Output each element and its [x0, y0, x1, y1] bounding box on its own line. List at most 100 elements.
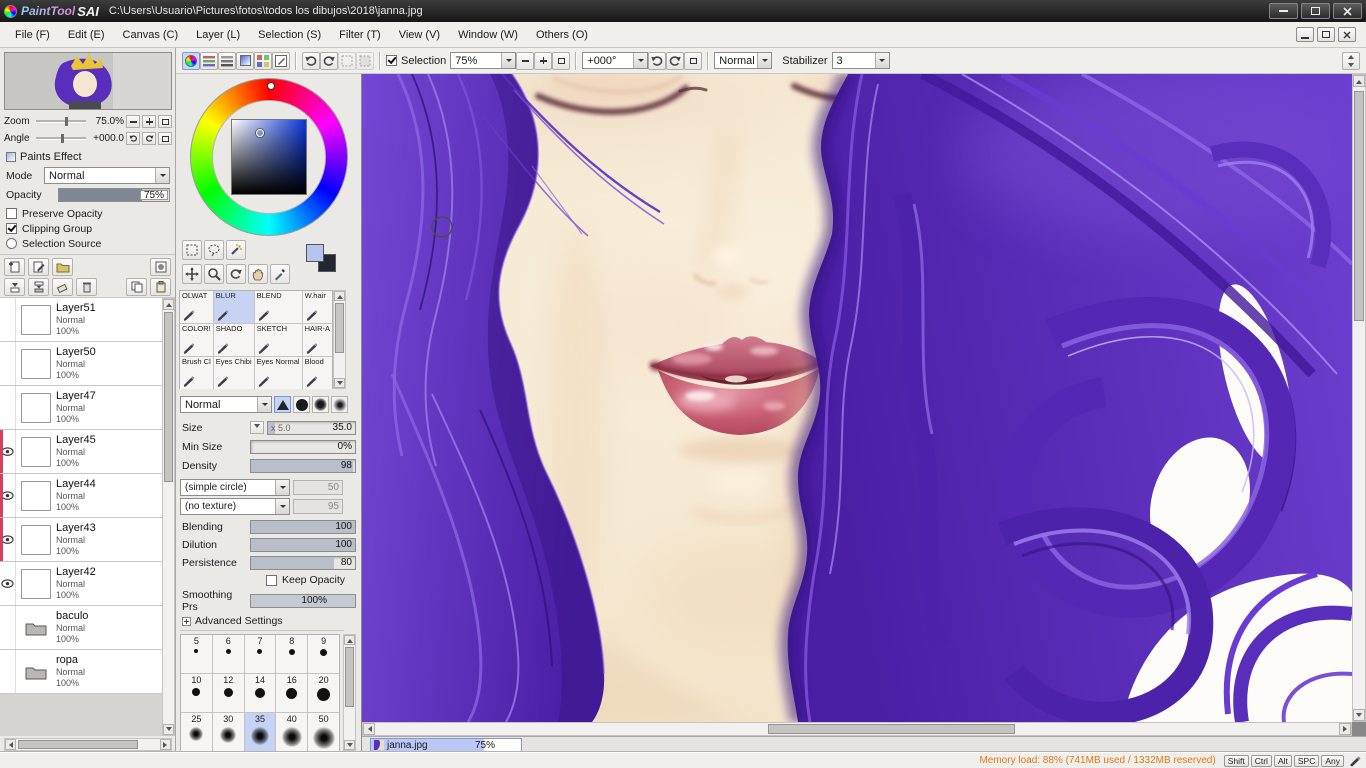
slider-knob[interactable]: [65, 117, 68, 126]
brush-tip-medium[interactable]: [312, 396, 329, 413]
document-close-button[interactable]: [1338, 27, 1356, 42]
navigator-angle-slider[interactable]: [36, 134, 86, 143]
layer-visibility-toggle[interactable]: [0, 342, 16, 385]
brush-size-preset[interactable]: 30: [212, 713, 244, 751]
copy-layer-button[interactable]: [126, 278, 147, 296]
navigator-angle-reset-button[interactable]: [158, 132, 172, 145]
rotate-cw-button[interactable]: [666, 51, 685, 70]
layer-row[interactable]: Layer45 Normal 100%: [0, 430, 162, 474]
brush-size-preset[interactable]: 25: [181, 713, 212, 751]
brush-preset[interactable]: SKETCH: [254, 324, 302, 356]
new-linework-layer-button[interactable]: [28, 258, 49, 276]
brush-preset[interactable]: COLOR!: [180, 324, 213, 356]
layer-visibility-toggle[interactable]: [0, 518, 16, 561]
reselect-button[interactable]: [356, 51, 374, 70]
brush-preset[interactable]: Eyes Normal: [254, 357, 302, 389]
density-slider[interactable]: 98: [250, 458, 356, 473]
scratchpad-toggle-button[interactable]: [272, 51, 290, 70]
brush-preset[interactable]: BLUR: [213, 291, 254, 323]
layer-row[interactable]: Layer44 Normal 100%: [0, 474, 162, 518]
brush-size-preset[interactable]: 50: [308, 713, 339, 751]
reset-view-button[interactable]: [684, 51, 703, 70]
scroll-up-button[interactable]: [163, 299, 174, 310]
layer-row[interactable]: ropa Normal 100%: [0, 650, 162, 694]
brush-shape-strength[interactable]: 50: [293, 480, 343, 495]
navigator-preview[interactable]: [4, 52, 172, 110]
blending-slider[interactable]: 100: [250, 519, 356, 534]
brush-size-preset[interactable]: 9: [308, 635, 339, 673]
layer-mask-button[interactable]: [150, 258, 171, 276]
brush-grid-scrollbar[interactable]: [333, 290, 346, 389]
selection-visibility-checkbox[interactable]: [386, 55, 397, 66]
brush-preset[interactable]: BLEND: [254, 291, 302, 323]
scroll-right-button[interactable]: [160, 739, 171, 750]
zoom-in-button[interactable]: [534, 51, 553, 70]
dilution-slider[interactable]: 100: [250, 537, 356, 552]
scrollbar-thumb[interactable]: [335, 303, 344, 353]
layer-row[interactable]: Layer42 Normal 100%: [0, 562, 162, 606]
zoom-fit-button[interactable]: [552, 51, 571, 70]
menu-item[interactable]: View (V): [390, 22, 449, 47]
clear-layer-button[interactable]: [52, 278, 73, 296]
canvas-vertical-scrollbar[interactable]: [1352, 74, 1366, 722]
rgb-sliders-toggle-button[interactable]: [200, 51, 218, 70]
brush-preset[interactable]: OLWAT: [180, 291, 213, 323]
navigator-zoom-slider[interactable]: [36, 117, 86, 126]
brush-preset[interactable]: Brush Cl: [180, 357, 213, 389]
scrollbar-thumb[interactable]: [164, 312, 173, 482]
keep-opacity-checkbox[interactable]: [266, 574, 277, 586]
brush-size-preset[interactable]: 35: [244, 713, 276, 751]
navigator-rotate-cw-button[interactable]: [142, 132, 156, 145]
brush-tip-soft[interactable]: [331, 396, 348, 413]
layer-visibility-toggle[interactable]: [0, 386, 16, 429]
scroll-down-button[interactable]: [344, 740, 355, 750]
menu-item[interactable]: Canvas (C): [114, 22, 188, 47]
scroll-up-button[interactable]: [334, 291, 345, 301]
scroll-down-button[interactable]: [334, 378, 345, 388]
brush-size-preset[interactable]: 12: [212, 674, 244, 712]
layer-opacity-slider[interactable]: 75%: [58, 188, 170, 202]
hue-marker[interactable]: [267, 82, 275, 90]
menu-item[interactable]: Selection (S): [249, 22, 330, 47]
undo-button[interactable]: [302, 51, 320, 70]
rotate-canvas-tool[interactable]: [226, 264, 246, 284]
brush-size-preset[interactable]: 40: [276, 713, 308, 751]
scroll-down-button[interactable]: [1353, 709, 1365, 721]
size-unit-button[interactable]: [250, 421, 264, 434]
paints-effect-option[interactable]: Selection Source: [6, 236, 170, 251]
hsv-sliders-toggle-button[interactable]: [218, 51, 236, 70]
foreground-color-swatch[interactable]: [306, 244, 324, 262]
advanced-settings-toggle[interactable]: Advanced Settings: [182, 615, 283, 627]
scroll-down-button[interactable]: [163, 724, 174, 735]
min-size-slider[interactable]: 0%: [250, 439, 356, 454]
brush-size-preset[interactable]: 20: [308, 674, 339, 712]
magic-wand-tool[interactable]: [226, 240, 246, 260]
layer-visibility-toggle[interactable]: [0, 650, 16, 693]
menu-item[interactable]: File (F): [6, 22, 59, 47]
color-wheel-toggle-button[interactable]: [182, 51, 200, 70]
delete-layer-button[interactable]: [76, 278, 97, 296]
paint-mode-combobox[interactable]: Normal: [714, 52, 773, 69]
new-layer-button[interactable]: [4, 258, 25, 276]
smoothing-slider[interactable]: 100%: [250, 593, 356, 608]
option-checkbox[interactable]: [6, 208, 17, 219]
menu-item[interactable]: Filter (T): [330, 22, 390, 47]
layer-row[interactable]: Layer51 Normal 100%: [0, 298, 162, 342]
brush-size-preset[interactable]: 7: [244, 635, 276, 673]
window-close-button[interactable]: [1333, 3, 1362, 19]
angle-combobox[interactable]: +000°: [582, 52, 649, 69]
brush-preset[interactable]: Eyes Chibi: [213, 357, 254, 389]
scroll-left-button[interactable]: [5, 739, 16, 750]
paste-layer-button[interactable]: [150, 278, 171, 296]
window-maximize-button[interactable]: [1301, 3, 1330, 19]
brush-mode-combobox[interactable]: Normal: [180, 396, 272, 413]
stabilizer-combobox[interactable]: 3: [831, 52, 890, 69]
persistence-slider[interactable]: 80: [250, 555, 356, 570]
brush-preset[interactable]: HAIR-A: [302, 324, 332, 356]
brush-tip-flat[interactable]: [274, 396, 291, 413]
navigator-zoom-reset-button[interactable]: [158, 115, 172, 128]
layer-mode-combobox[interactable]: Normal: [44, 167, 170, 184]
layer-panel-hscrollbar[interactable]: [4, 738, 172, 751]
brush-shape-combobox[interactable]: (simple circle): [180, 479, 290, 496]
size-slider[interactable]: x 5.0 35.0: [267, 420, 356, 435]
